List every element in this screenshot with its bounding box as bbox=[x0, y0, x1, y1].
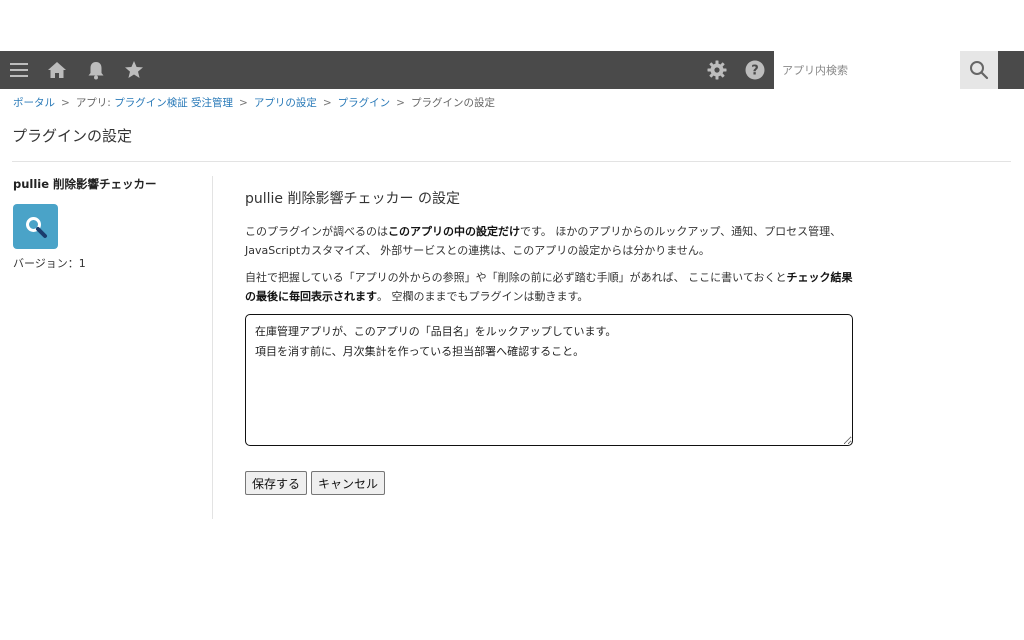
search-icon bbox=[970, 61, 989, 80]
breadcrumb-current: プラグインの設定 bbox=[410, 97, 495, 109]
breadcrumb-portal[interactable]: ポータル bbox=[13, 97, 55, 109]
breadcrumb-separator: > bbox=[396, 97, 405, 109]
plugin-settings-form: pullie 削除影響チェッカー の設定 このプラグインが調べるのはこのアプリの… bbox=[245, 188, 855, 495]
header-divider bbox=[12, 161, 1011, 162]
magnifier-icon bbox=[13, 204, 58, 249]
breadcrumb: ポータル > アプリ: プラグイン検証 受注管理 > アプリの設定 > プラグイン > プラグイ… bbox=[13, 95, 495, 110]
form-actions: 保存する キャンセル bbox=[245, 471, 855, 495]
description-notes: 自社で把握している「アプリの外からの参照」や「削除の前に必ず踏む手順」があれば、… bbox=[245, 268, 855, 306]
help-icon[interactable]: ? bbox=[736, 51, 774, 89]
menu-icon[interactable] bbox=[0, 51, 38, 89]
breadcrumb-app[interactable]: プラグイン検証 受注管理 bbox=[114, 97, 233, 109]
search-box bbox=[774, 51, 998, 89]
description-notes-text-rest: 。 空欄のままでもプラグインは動きます。 bbox=[377, 290, 589, 303]
star-icon[interactable] bbox=[115, 51, 153, 89]
search-input[interactable] bbox=[774, 51, 960, 89]
breadcrumb-plugins[interactable]: プラグイン bbox=[338, 97, 391, 109]
description-notes-text: 自社で把握している「アプリの外からの参照」や「削除の前に必ず踏む手順」があれば、… bbox=[245, 271, 787, 284]
page-title: プラグインの設定 bbox=[12, 127, 133, 145]
description-scope: このプラグインが調べるのはこのアプリの中の設定だけです。 ほかのアプリからのルッ… bbox=[245, 222, 855, 260]
notes-textarea[interactable]: 在庫管理アプリが、このアプリの「品目名」をルックアップしています。 項目を消す前… bbox=[245, 314, 853, 446]
description-scope-emphasis: このアプリの中の設定だけ bbox=[388, 225, 520, 238]
section-title: pullie 削除影響チェッカー の設定 bbox=[245, 191, 460, 207]
description-scope-text: このプラグインが調べるのは bbox=[245, 225, 388, 238]
cancel-button[interactable]: キャンセル bbox=[311, 471, 386, 495]
breadcrumb-app-settings[interactable]: アプリの設定 bbox=[254, 97, 317, 109]
breadcrumb-separator: > bbox=[322, 97, 332, 109]
bell-icon[interactable] bbox=[77, 51, 115, 89]
breadcrumb-separator: > bbox=[61, 97, 70, 109]
save-button[interactable]: 保存する bbox=[245, 471, 308, 495]
plugin-name: pullie 削除影響チェッカー bbox=[13, 177, 157, 191]
breadcrumb-app-prefix: アプリ: bbox=[75, 97, 115, 109]
svg-text:?: ? bbox=[751, 64, 759, 79]
plugin-version: バージョン：1 bbox=[13, 257, 86, 270]
gear-icon[interactable] bbox=[698, 51, 736, 89]
home-icon[interactable] bbox=[38, 51, 76, 89]
plugin-sidebar: pullie 削除影響チェッカー バージョン：1 bbox=[13, 176, 203, 271]
sidebar-divider bbox=[212, 176, 213, 519]
breadcrumb-separator: > bbox=[239, 97, 248, 109]
search-button[interactable] bbox=[960, 51, 998, 89]
